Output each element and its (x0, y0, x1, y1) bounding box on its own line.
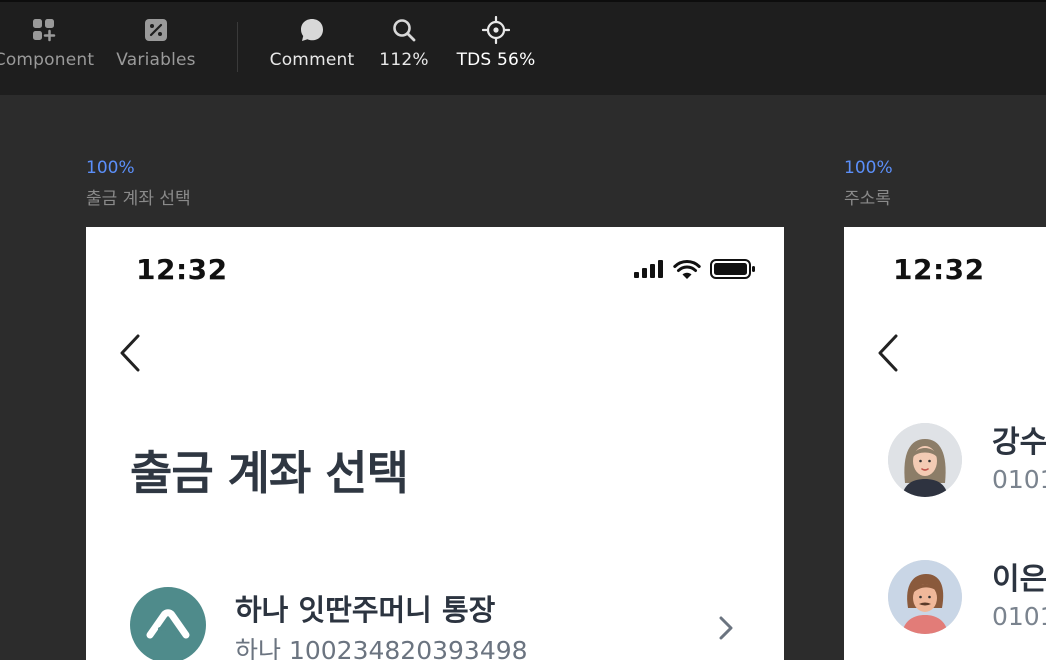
frame-1-name[interactable]: 출금 계좌 선택 (86, 184, 191, 209)
frame-2-name[interactable]: 주소록 (844, 184, 893, 209)
back-icon[interactable] (118, 333, 142, 373)
contact-item[interactable]: 이은 0101 (888, 560, 1046, 640)
variables-icon (142, 16, 170, 44)
component-tool[interactable]: Component (0, 16, 94, 70)
variables-tool[interactable]: Variables (115, 16, 197, 70)
avatar (888, 560, 962, 634)
frame-1-meta: 100% 출금 계좌 선택 (86, 158, 191, 209)
comment-icon (298, 16, 326, 44)
frame-2-zoom: 100% (844, 158, 893, 178)
comment-tool[interactable]: Comment (269, 16, 355, 70)
zoom-label: 112% (379, 50, 429, 70)
comment-label: Comment (269, 50, 355, 70)
tds-tool[interactable]: TDS 56% (455, 16, 537, 70)
frame-2-meta: 100% 주소록 (844, 158, 893, 209)
variables-label: Variables (116, 50, 196, 70)
component-icon (30, 16, 58, 44)
zoom-icon (390, 16, 418, 44)
frame-address-book[interactable]: 12:32 강수 0101 (844, 227, 1046, 660)
wifi-icon (673, 259, 701, 279)
component-label: Component (0, 50, 95, 70)
status-time: 12:32 (136, 253, 228, 286)
avatar (888, 423, 962, 497)
contact-number: 0101 (992, 465, 1046, 494)
account-number: 하나 100234820393498 (235, 636, 528, 660)
contact-item[interactable]: 강수 0101 (888, 423, 1046, 503)
contact-name: 강수 (992, 425, 1046, 460)
frame-1-zoom: 100% (86, 158, 135, 178)
bank-logo-icon (130, 587, 206, 660)
target-icon (482, 16, 510, 44)
status-time: 12:32 (893, 253, 985, 286)
page-title: 출금 계좌 선택 (130, 446, 409, 500)
signal-icon (634, 260, 663, 278)
back-icon[interactable] (876, 333, 900, 373)
chevron-right-icon (719, 616, 733, 640)
contact-name: 이은 (992, 562, 1046, 597)
toolbar-divider (237, 22, 238, 72)
account-list-item[interactable]: 하나 잇딴주머니 통장 하나 100234820393498 (130, 587, 770, 660)
contact-number: 0101 (992, 602, 1046, 631)
frame-withdraw-account[interactable]: 12:32 출금 계좌 선택 하나 잇딴주머니 통장 하나 1002348203… (86, 227, 784, 660)
tds-label: TDS 56% (456, 50, 536, 70)
battery-icon (710, 259, 755, 279)
status-icons (634, 258, 756, 280)
top-toolbar: Component Variables Comment 112% TDS 56% (0, 0, 1046, 95)
zoom-tool[interactable]: 112% (379, 16, 429, 70)
account-name: 하나 잇딴주머니 통장 (235, 593, 496, 627)
